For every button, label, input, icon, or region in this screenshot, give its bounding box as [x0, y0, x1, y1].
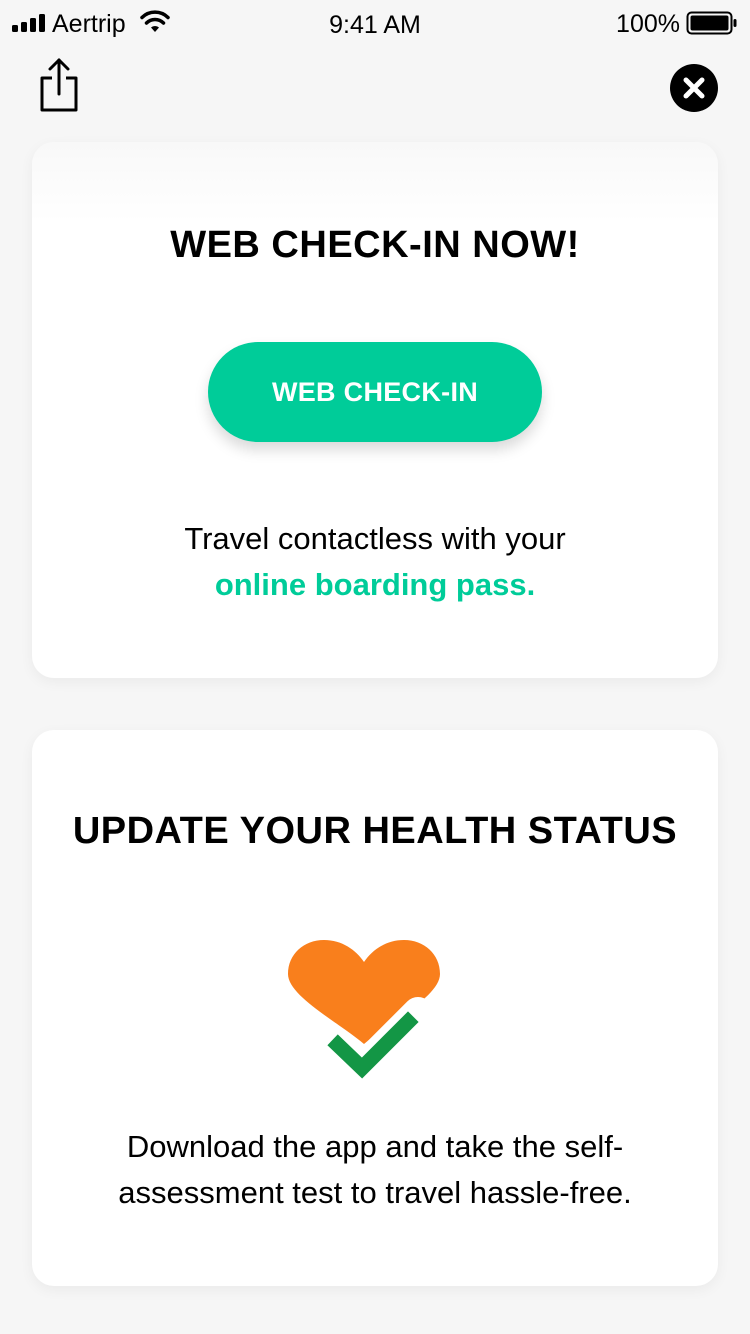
share-button[interactable] [34, 56, 84, 116]
web-checkin-description: Travel contactless with your online boar… [32, 516, 718, 608]
battery-icon [686, 11, 737, 35]
close-button[interactable] [670, 64, 718, 112]
health-text-line-2: assessment test to travel hassle-free. [118, 1175, 632, 1210]
health-status-title: UPDATE YOUR HEALTH STATUS [72, 810, 678, 852]
web-checkin-button[interactable]: WEB CHECK-IN [208, 342, 542, 442]
status-bar: Aertrip 9:41 AM 100% [0, 0, 750, 48]
boarding-pass-highlight: online boarding pass. [214, 567, 536, 602]
health-status-card: UPDATE YOUR HEALTH STATUS Download the a… [32, 730, 718, 1286]
share-icon [40, 58, 78, 112]
health-text-line-1: Download the app and take the self- [126, 1129, 624, 1164]
web-checkin-card: WEB CHECK-IN NOW! WEB CHECK-IN Travel co… [32, 142, 718, 678]
health-status-description: Download the app and take the self- asse… [32, 1124, 718, 1216]
battery-percentage: 100% [616, 10, 680, 38]
close-icon [683, 77, 705, 99]
web-checkin-text: Travel contactless with your [184, 521, 566, 556]
heart-check-icon [288, 940, 440, 1080]
web-checkin-title: WEB CHECK-IN NOW! [170, 224, 580, 266]
